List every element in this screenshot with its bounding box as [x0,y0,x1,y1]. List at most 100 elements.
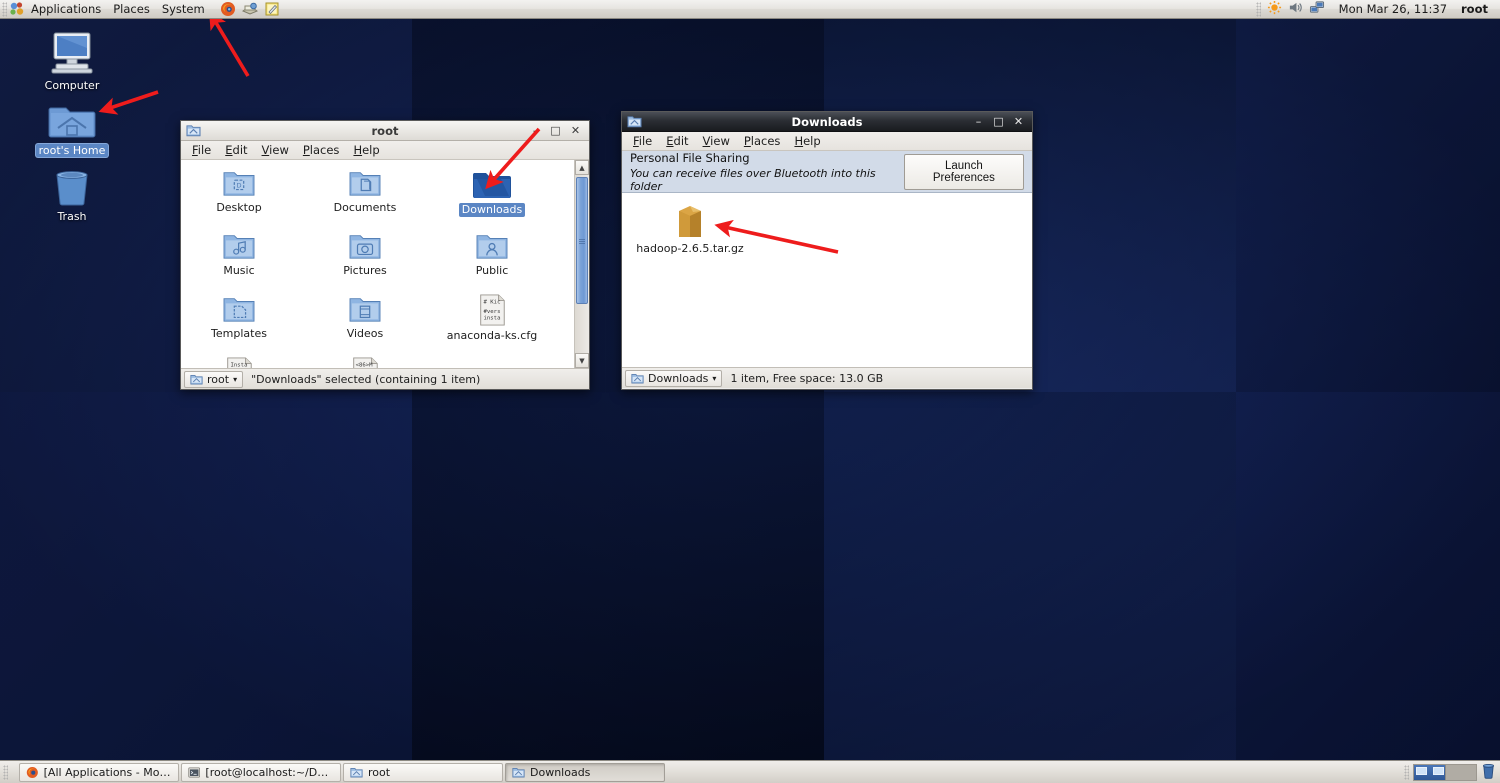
menu-view[interactable]: View [255,142,296,159]
workspace-window-thumb [1416,766,1427,775]
folder-window-icon [512,767,525,777]
path-button-label: Downloads [648,371,709,385]
panel-grip [2,1,7,17]
menu-places[interactable]: Places [107,0,156,18]
downloads-window-menubar[interactable]: File Edit View Places Help [622,132,1032,151]
maximize-button[interactable]: □ [550,125,561,136]
close-button[interactable]: ✕ [1013,116,1024,127]
menu-file[interactable]: FFileile [185,142,218,159]
taskbar-button-label: root [368,765,391,779]
file-item-documents[interactable]: Documents [317,168,413,215]
top-panel[interactable]: Applications Places System Mon Mar 26, 1… [0,0,1500,19]
workspace-2[interactable] [1445,764,1476,780]
launch-preferences-button[interactable]: Launch Preferences [903,153,1024,190]
workspace-window-thumb [1432,766,1444,775]
infobar-description: You can receive files over Bluetooth int… [630,166,876,193]
volume-tray-icon[interactable] [1288,0,1303,18]
taskbar-button-downloads[interactable]: Downloads [505,762,665,782]
file-item-templates[interactable]: Templates [191,294,287,341]
desktop-icon-label: Trash [57,210,87,223]
downloads-window-titlebar[interactable]: Downloads – □ ✕ [622,112,1032,132]
menu-edit[interactable]: Edit [659,133,695,150]
file-item-anaconda-ks-cfg[interactable]: # Kic #vers insta anaconda-ks.cfg [444,294,540,343]
folder-desktop-icon: D [223,172,255,196]
menu-help[interactable]: Help [787,133,827,150]
svg-text:insta: insta [484,315,501,321]
root-file-manager-window[interactable]: root – □ ✕ FFileile Edit View Places Hel… [180,120,590,390]
workspace-switcher[interactable] [1413,763,1477,781]
bottom-panel[interactable]: [All Applications - Moz... [root@localho… [0,760,1500,783]
file-item-music[interactable]: Music [191,231,287,278]
taskbar-button-terminal[interactable]: [root@localhost:~/Des... [181,762,341,782]
infobar-heading: Personal File Sharing [630,150,750,165]
panel-grip [1404,764,1409,780]
menu-file[interactable]: File [626,133,659,150]
file-item-public[interactable]: Public [444,231,540,278]
network-tray-icon[interactable] [1309,0,1325,18]
evolution-launcher-icon[interactable] [239,0,261,19]
desktop[interactable]: Computer root's Home Trash root – □ ✕ Fi… [0,0,1500,783]
desktop-icon-roots-home[interactable]: root's Home [29,101,115,157]
home-folder-icon [48,107,96,138]
downloads-window-statusbar: Downloads ▾ 1 item, Free space: 13.0 GB [622,367,1032,388]
file-item-pictures[interactable]: Pictures [317,231,413,278]
scroll-up-button[interactable]: ▲ [575,160,589,175]
root-window-menubar[interactable]: FFileile Edit View Places Help [181,141,589,160]
svg-text:Insta: Insta [231,362,248,368]
menu-places[interactable]: Places [296,142,347,159]
svg-text:#vers: #vers [484,309,501,315]
scroll-down-button[interactable]: ▼ [575,353,589,368]
menu-system[interactable]: System [156,0,211,18]
file-item-partial[interactable]: <86>M [317,357,413,368]
file-item-hadoop-archive[interactable]: hadoop-2.6.5.tar.gz [636,203,744,256]
file-item-desktop[interactable]: D Desktop [191,168,287,215]
clock[interactable]: Mon Mar 26, 11:37 [1331,2,1455,16]
file-item-partial[interactable]: Insta [191,357,287,368]
desktop-icon-computer[interactable]: Computer [29,30,115,92]
text-file-icon: # Kic #vers insta [480,294,505,326]
maximize-button[interactable]: □ [993,116,1004,127]
desktop-icon-label: root's Home [35,144,109,157]
folder-public-icon [476,235,508,259]
menu-places[interactable]: Places [737,133,788,150]
root-window-title: root [371,123,399,138]
firefox-launcher-icon[interactable] [217,0,239,19]
taskbar-button-root[interactable]: root [343,762,503,782]
close-button[interactable]: ✕ [570,125,581,136]
trash-icon [56,171,88,206]
menu-applications[interactable]: Applications [25,0,107,18]
archive-file-icon [679,206,701,237]
minimize-button[interactable]: – [973,116,984,127]
user-menu[interactable]: root [1461,2,1492,16]
menu-view[interactable]: View [696,133,737,150]
downloads-window-status-text: 1 item, Free space: 13.0 GB [730,371,884,385]
desktop-icon-label: Computer [44,79,100,92]
path-button-downloads[interactable]: Downloads ▾ [625,369,723,387]
downloads-window-title: Downloads [791,114,863,129]
menu-help[interactable]: Help [346,142,386,159]
root-window-fileview[interactable]: D Desktop Documents Downloads Music Pict… [181,160,589,368]
gedit-launcher-icon[interactable] [261,0,283,19]
svg-text:D: D [236,182,241,190]
scrollbar-thumb[interactable] [576,177,588,304]
path-button-root[interactable]: root ▾ [184,370,244,388]
root-window-titlebar[interactable]: root – □ ✕ [181,121,589,141]
chevron-down-icon: ▾ [233,374,238,384]
brightness-tray-icon[interactable] [1267,0,1282,18]
taskbar-button-firefox[interactable]: [All Applications - Moz... [19,762,179,782]
downloads-window-fileview[interactable]: hadoop-2.6.5.tar.gz [622,193,1032,367]
file-item-downloads[interactable]: Downloads [444,168,540,217]
folder-window-icon [190,374,203,384]
workspace-1[interactable] [1414,764,1445,780]
file-item-videos[interactable]: Videos [317,294,413,341]
panel-grip [3,764,8,780]
panel-grip [1255,1,1261,17]
downloads-file-manager-window[interactable]: Downloads – □ ✕ File Edit View Places He… [621,111,1033,390]
taskbar-button-label: [root@localhost:~/Des... [205,765,334,779]
file-item-label: Videos [346,327,384,340]
root-window-scrollbar[interactable]: ▲ ▼ [574,160,589,368]
trash-applet-icon[interactable] [1481,762,1496,782]
desktop-icon-trash[interactable]: Trash [29,167,115,223]
menu-edit[interactable]: Edit [218,142,254,159]
minimize-button[interactable]: – [530,125,541,136]
